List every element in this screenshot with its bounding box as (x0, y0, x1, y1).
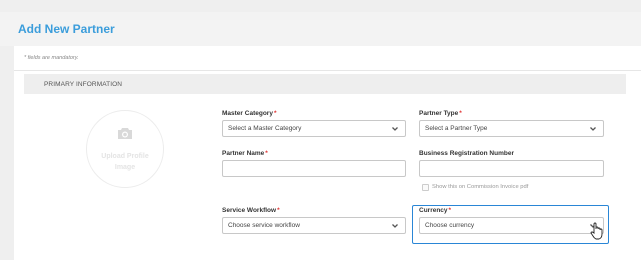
camera-icon (118, 128, 132, 139)
section-title: PRIMARY INFORMATION (44, 81, 123, 88)
upload-profile-image-label: Upload Profile Image (101, 153, 149, 171)
master-category-select[interactable]: Select a Master Category (222, 120, 406, 137)
currency-select[interactable]: Choose currency (419, 217, 604, 234)
service-workflow-value: Choose service workflow (228, 222, 300, 229)
hand-pointer-icon (590, 222, 603, 240)
upload-profile-image-button[interactable] (86, 110, 164, 188)
partner-type-select[interactable]: Select a Partner Type (419, 120, 604, 137)
partner-name-input[interactable] (222, 160, 406, 177)
partner-name-label: Partner Name* (222, 150, 268, 157)
top-strip (0, 0, 641, 12)
partner-type-value: Select a Partner Type (425, 125, 488, 132)
master-category-label: Master Category* (222, 110, 277, 117)
partner-type-label: Partner Type* (419, 110, 462, 117)
chevron-down-icon (590, 127, 596, 131)
service-workflow-select[interactable]: Choose service workflow (222, 217, 406, 234)
business-registration-number-label: Business Registration Number (419, 150, 514, 157)
mandatory-note: * fields are mandatory. (24, 55, 79, 61)
service-workflow-label: Service Workflow* (222, 207, 280, 214)
page-title: Add New Partner (18, 22, 115, 36)
chevron-down-icon (392, 224, 398, 228)
master-category-value: Select a Master Category (228, 125, 302, 132)
divider (14, 70, 641, 71)
currency-label: Currency* (419, 207, 452, 214)
show-on-invoice-checkbox[interactable] (422, 184, 429, 191)
chevron-down-icon (392, 127, 398, 131)
currency-value: Choose currency (425, 222, 475, 229)
show-on-invoice-label: Show this on Commission Invoice pdf (432, 184, 529, 190)
business-registration-number-input[interactable] (419, 160, 604, 177)
